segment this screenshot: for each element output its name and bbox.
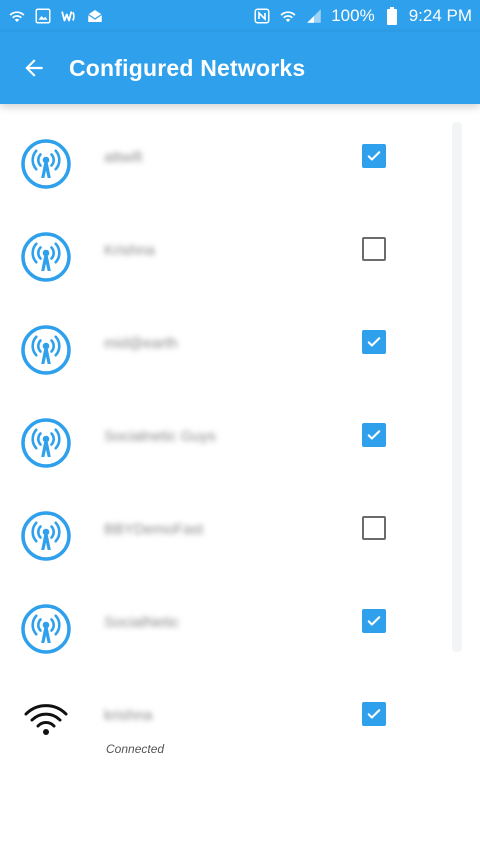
connection-status: Connected (106, 742, 165, 756)
network-name: BBYDemoFast (104, 521, 204, 538)
network-checkbox[interactable] (362, 609, 386, 633)
battery-percent: 100% (331, 6, 375, 25)
status-time: 9:24 PM (408, 6, 472, 25)
back-button[interactable] (18, 52, 50, 84)
nfc-icon (253, 7, 271, 25)
status-bar-left (8, 7, 104, 25)
signal-icon (305, 7, 323, 25)
page-title: Configured Networks (69, 54, 306, 81)
network-list-item[interactable]: BBYDemoFast (0, 476, 480, 569)
app-bar: Configured Networks (0, 32, 480, 104)
wifi-hotspot-icon (20, 231, 72, 283)
check-icon (367, 337, 381, 347)
network-checkbox[interactable] (362, 702, 386, 726)
status-bar-right: 100% 9:24 PM (253, 6, 472, 26)
network-name: krishna (104, 707, 153, 724)
wifi-icon (279, 7, 297, 25)
arrow-left-icon (25, 59, 43, 77)
network-checkbox[interactable] (362, 423, 386, 447)
wifi-hotspot-icon (20, 324, 72, 376)
network-list-item[interactable]: Krishna (0, 197, 480, 290)
check-icon (367, 616, 381, 626)
network-checkbox[interactable] (362, 144, 386, 168)
network-list-item[interactable]: Socialnetic Guys (0, 383, 480, 476)
check-icon (367, 430, 381, 440)
wifi-icon (8, 7, 26, 25)
wifi-hotspot-icon (20, 138, 72, 190)
network-list-item[interactable]: attwifi (0, 104, 480, 197)
check-icon (367, 151, 381, 161)
w-app-icon (60, 7, 78, 25)
network-name: Socialnetic Guys (104, 428, 216, 445)
network-list-container: attwifi Krishna mid@earth Socialnetic Gu… (0, 104, 480, 854)
network-name: attwifi (104, 149, 143, 166)
network-name: mid@earth (104, 335, 178, 352)
network-name: SocialNetic (104, 614, 180, 631)
network-list-item[interactable]: mid@earth (0, 290, 480, 383)
wifi-hotspot-icon (20, 603, 72, 655)
network-list-item[interactable]: SocialNetic (0, 569, 480, 662)
network-list-item[interactable]: krishna Connected (0, 662, 480, 756)
network-checkbox[interactable] (362, 237, 386, 261)
network-list: attwifi Krishna mid@earth Socialnetic Gu… (0, 104, 480, 756)
check-icon (367, 709, 381, 719)
network-checkbox[interactable] (362, 330, 386, 354)
network-name: Krishna (104, 242, 155, 259)
status-bar: 100% 9:24 PM (0, 0, 480, 32)
network-checkbox[interactable] (362, 516, 386, 540)
wifi-hotspot-icon (20, 510, 72, 562)
wifi-icon (20, 696, 72, 748)
mail-icon (86, 7, 104, 25)
image-icon (34, 7, 52, 25)
battery-icon (383, 7, 401, 25)
wifi-hotspot-icon (20, 417, 72, 469)
